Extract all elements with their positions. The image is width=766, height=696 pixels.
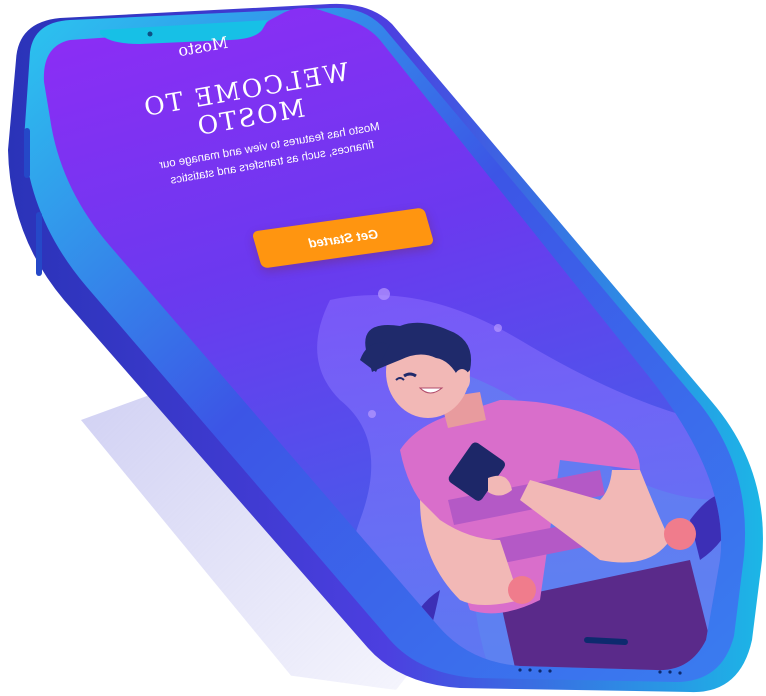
volume-button bbox=[24, 128, 30, 178]
person-elbow bbox=[664, 518, 696, 550]
bubble-3 bbox=[368, 410, 376, 418]
person-ear bbox=[454, 369, 470, 391]
bubble-1 bbox=[378, 288, 390, 300]
phone-illustration bbox=[8, 3, 763, 693]
bubble-2 bbox=[494, 324, 502, 332]
side-button bbox=[36, 212, 42, 276]
person-knee bbox=[508, 576, 536, 604]
app-stage: Mosto WELCOME TO MOSTO Mosto has feature… bbox=[0, 0, 766, 696]
camera-dot bbox=[147, 31, 153, 37]
